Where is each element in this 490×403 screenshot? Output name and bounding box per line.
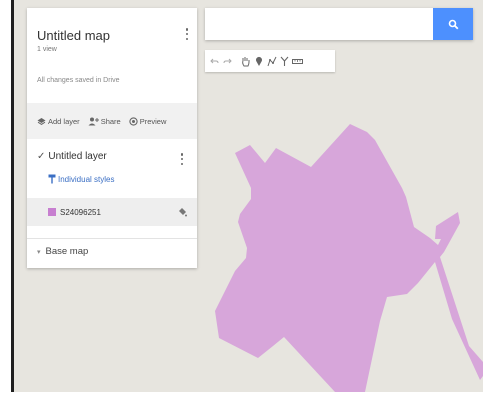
add-layer-button[interactable]: Add layer <box>37 117 80 126</box>
paint-bucket-icon[interactable] <box>178 207 187 217</box>
undo-icon[interactable] <box>208 52 221 70</box>
share-button[interactable]: Share <box>88 117 121 126</box>
screenshot-border-right <box>483 0 490 403</box>
base-map-toggle[interactable]: ▾ Base map <box>37 246 88 257</box>
screenshot-border-left <box>0 0 11 403</box>
search-input[interactable] <box>205 8 433 40</box>
save-status: All changes saved in Drive <box>37 77 120 84</box>
redo-icon[interactable] <box>221 52 234 70</box>
add-layer-label: Add layer <box>48 116 80 126</box>
search-box <box>205 8 473 40</box>
eye-icon <box>129 116 138 126</box>
layer-visibility-checkbox[interactable]: ✓ <box>37 151 45 162</box>
feature-list-item[interactable]: S24096251 <box>27 198 197 226</box>
hand-icon[interactable] <box>239 52 252 70</box>
search-button[interactable] <box>433 8 473 40</box>
screenshot-border-bottom <box>0 392 490 403</box>
map-actions-bar: Add layer Share Preview <box>27 103 197 139</box>
feature-color-swatch[interactable] <box>48 208 56 216</box>
map-view-count: 1 view <box>37 46 57 53</box>
map-header: Untitled map 1 view All changes saved in… <box>27 8 197 103</box>
layers-icon <box>37 117 46 125</box>
map-title[interactable]: Untitled map <box>37 28 110 43</box>
preview-label: Preview <box>139 116 167 126</box>
layer-name[interactable]: Untitled layer <box>48 151 106 162</box>
search-icon <box>448 19 458 29</box>
expand-caret-icon: ▾ <box>37 248 41 256</box>
route-icon[interactable] <box>278 52 291 70</box>
layer-options-menu-icon[interactable] <box>177 151 187 167</box>
marker-icon[interactable] <box>252 52 265 70</box>
base-map-label: Base map <box>45 246 89 257</box>
share-label: Share <box>100 116 121 126</box>
preview-button[interactable]: Preview <box>129 116 167 126</box>
map-toolbar <box>205 50 335 72</box>
map-options-menu-icon[interactable] <box>182 26 192 42</box>
paint-roller-icon <box>48 174 56 184</box>
feature-name: S24096251 <box>60 207 101 217</box>
draw-line-icon[interactable] <box>265 52 278 70</box>
panel-divider <box>27 238 197 239</box>
layer-style-label: Individual styles <box>58 174 115 184</box>
add-person-icon <box>88 117 99 125</box>
map-legend-panel: Untitled map 1 view All changes saved in… <box>27 8 197 268</box>
ruler-icon[interactable] <box>291 52 304 70</box>
layer-header: ✓ Untitled layer <box>37 151 107 162</box>
layer-style-link[interactable]: Individual styles <box>48 174 114 184</box>
